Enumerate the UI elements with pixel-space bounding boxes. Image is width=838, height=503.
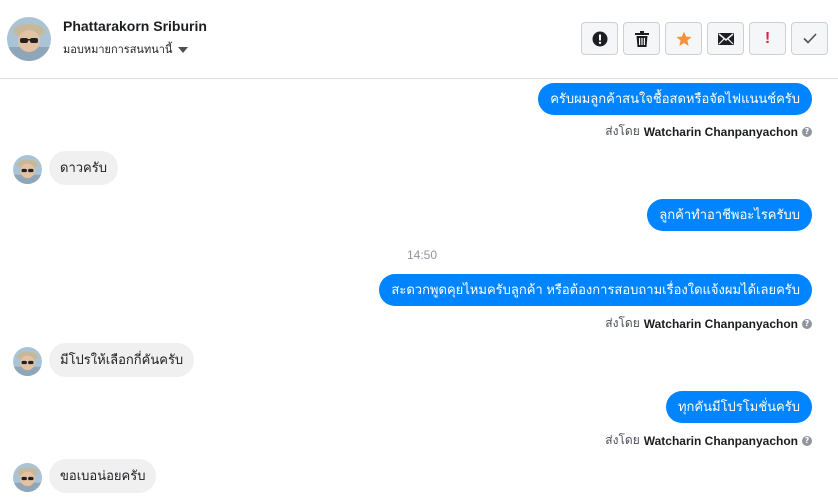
mark-done-button[interactable] — [791, 22, 828, 55]
avatar-image — [13, 347, 42, 376]
star-icon — [675, 31, 692, 46]
avatar-image — [13, 463, 42, 492]
spam-icon: ! — [764, 29, 771, 47]
assign-label: มอบหมายการสนทนานี้ — [63, 44, 173, 56]
info-icon — [592, 31, 607, 46]
message-bubble-outgoing[interactable]: ครับผมลูกค้าสนใจชื้อสดหรือจัดไฟแนนช์ครับ — [538, 83, 812, 115]
avatar[interactable] — [13, 347, 42, 376]
check-icon — [802, 33, 817, 44]
sender-name: Watcharin Chanpanyachon — [643, 124, 798, 139]
sent-by-prefix: ส่งโดย — [605, 316, 640, 330]
sent-by-prefix: ส่งโดย — [605, 124, 640, 138]
avatar[interactable] — [13, 463, 42, 492]
sent-by-prefix: ส่งโดย — [605, 433, 640, 447]
message-bubble-outgoing[interactable]: สะดวกพูดคุยไหมครับลูกค้า หรือต้องการสอบถ… — [379, 274, 812, 306]
message-timestamp: 14:50 — [407, 248, 438, 262]
avatar[interactable] — [7, 17, 51, 61]
conversation-header: Phattarakorn Sriburin มอบหมายการสนทนานี้ — [0, 0, 838, 79]
sent-by-info: ส่งโดย Watcharin Chanpanyachon ? — [605, 431, 812, 450]
envelope-icon — [717, 32, 734, 45]
assign-conversation-dropdown[interactable]: มอบหมายการสนทนานี้ — [63, 40, 189, 58]
mark-unread-button[interactable] — [707, 22, 744, 55]
message-bubble-incoming[interactable]: มีโปรให้เลือกกี่คันครับ — [49, 343, 195, 377]
delete-button[interactable] — [623, 22, 660, 55]
contact-name: Phattarakorn Sriburin — [63, 18, 207, 34]
message-bubble-incoming[interactable]: ดาวครับ — [49, 151, 118, 185]
message-bubble-outgoing[interactable]: ลูกค้าทำอาชีพอะไรครับบ — [647, 199, 812, 231]
sender-name: Watcharin Chanpanyachon — [643, 316, 798, 331]
avatar-image — [7, 17, 51, 61]
sender-name: Watcharin Chanpanyachon — [643, 433, 798, 448]
caret-down-icon — [178, 46, 189, 53]
avatar-image — [13, 155, 42, 184]
question-icon[interactable]: ? — [802, 126, 812, 137]
question-icon[interactable]: ? — [802, 318, 812, 329]
message-bubble-outgoing[interactable]: ทุกคันมีโปรโมชั่นครับ — [665, 391, 812, 423]
message-bubble-incoming[interactable]: ขอเบอน่อยครับ — [49, 459, 157, 493]
mark-spam-button[interactable]: ! — [749, 22, 786, 55]
trash-icon — [634, 30, 649, 47]
messenger-conversation: Phattarakorn Sriburin มอบหมายการสนทนานี้ — [0, 0, 838, 503]
conversation-toolbar: ! — [581, 22, 828, 55]
star-button[interactable] — [665, 22, 702, 55]
sent-by-info: ส่งโดย Watcharin Chanpanyachon ? — [605, 122, 812, 141]
avatar[interactable] — [13, 155, 42, 184]
question-icon[interactable]: ? — [802, 435, 812, 446]
sent-by-info: ส่งโดย Watcharin Chanpanyachon ? — [605, 314, 812, 333]
info-button[interactable] — [581, 22, 618, 55]
